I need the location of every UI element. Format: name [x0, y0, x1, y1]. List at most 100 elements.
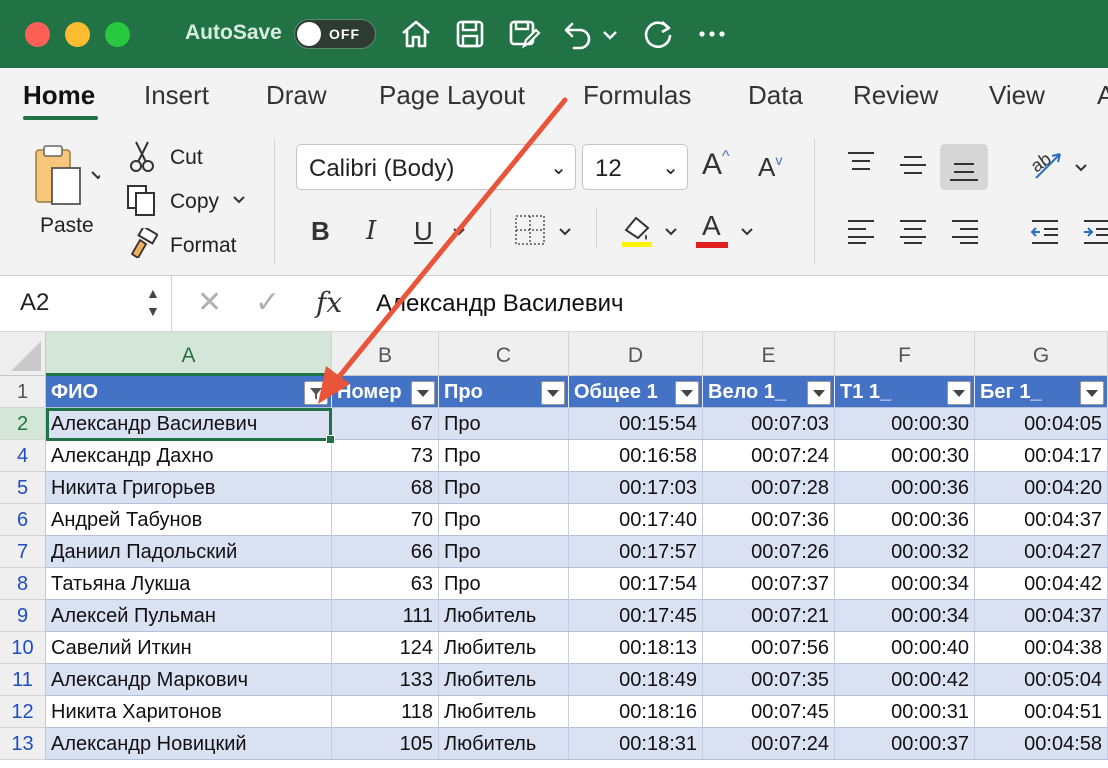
table-cell-col-b[interactable]: 118 — [332, 696, 439, 728]
table-cell-col-a[interactable]: Александр Новицкий — [46, 728, 332, 760]
table-cell-col-a[interactable]: Александр Дахно — [46, 440, 332, 472]
column-header-c[interactable]: C — [439, 332, 569, 376]
table-cell-col-b[interactable]: 70 — [332, 504, 439, 536]
undo-dropdown-icon[interactable] — [600, 16, 620, 52]
table-cell-col-f[interactable]: 00:00:34 — [835, 568, 975, 600]
tab-formulas[interactable]: Formulas — [583, 80, 691, 111]
underline-button[interactable]: U — [414, 216, 433, 247]
underline-dropdown-icon[interactable] — [452, 226, 466, 238]
table-cell-col-e[interactable]: 00:07:35 — [703, 664, 835, 696]
italic-button[interactable]: I — [366, 216, 376, 246]
table-cell-col-b[interactable]: 67 — [332, 408, 439, 440]
name-box[interactable]: A2 ▲ ▼ — [0, 276, 172, 332]
tab-view[interactable]: View — [989, 80, 1045, 111]
paste-icon[interactable] — [30, 144, 100, 212]
table-cell-col-c[interactable]: Любитель — [439, 696, 569, 728]
table-cell-col-d[interactable]: 00:18:13 — [569, 632, 703, 664]
bold-button[interactable]: B — [311, 216, 330, 247]
scissors-icon[interactable] — [128, 140, 156, 174]
decrease-indent-icon[interactable] — [1030, 218, 1060, 244]
table-cell-col-c[interactable]: Любитель — [439, 664, 569, 696]
insert-function-button[interactable]: fx — [316, 286, 342, 319]
table-cell-col-b[interactable]: 66 — [332, 536, 439, 568]
table-cell-col-a[interactable]: Татьяна Лукша — [46, 568, 332, 600]
format-label[interactable]: Format — [170, 234, 237, 258]
confirm-icon[interactable]: ✓ — [255, 285, 280, 320]
table-cell-col-c[interactable]: Про — [439, 568, 569, 600]
table-cell-col-c[interactable]: Про — [439, 536, 569, 568]
borders-icon[interactable] — [514, 214, 546, 246]
table-cell-col-f[interactable]: 00:00:30 — [835, 440, 975, 472]
align-right-icon[interactable] — [950, 218, 980, 244]
tab-automate[interactable]: A — [1097, 80, 1108, 111]
table-cell-col-d[interactable]: 00:18:16 — [569, 696, 703, 728]
tab-page-layout[interactable]: Page Layout — [379, 80, 525, 111]
filter-active-icon[interactable] — [304, 381, 328, 405]
table-cell-col-e[interactable]: 00:07:24 — [703, 440, 835, 472]
align-middle-icon[interactable] — [898, 154, 928, 178]
table-cell-col-c[interactable]: Любитель — [439, 728, 569, 760]
name-box-stepper-icon[interactable]: ▲ ▼ — [146, 284, 160, 320]
table-cell-col-f[interactable]: 00:00:36 — [835, 472, 975, 504]
table-header-cell[interactable]: Бег 1_ — [975, 376, 1108, 408]
decrease-font-size-icon[interactable]: Av — [758, 152, 782, 183]
cancel-icon[interactable]: ✕ — [197, 285, 222, 320]
font-color-icon[interactable]: A — [696, 210, 730, 250]
tab-draw[interactable]: Draw — [266, 80, 327, 111]
table-cell-col-e[interactable]: 00:07:45 — [703, 696, 835, 728]
column-header-g[interactable]: G — [975, 332, 1108, 376]
zoom-window-button[interactable] — [105, 22, 130, 47]
table-cell-col-c[interactable]: Любитель — [439, 632, 569, 664]
table-cell-col-a[interactable]: Савелий Иткин — [46, 632, 332, 664]
table-cell-col-b[interactable]: 68 — [332, 472, 439, 504]
table-cell-col-a[interactable]: Никита Харитонов — [46, 696, 332, 728]
select-all-button[interactable] — [0, 332, 46, 376]
table-cell-col-e[interactable]: 00:07:24 — [703, 728, 835, 760]
table-cell-col-a[interactable]: Александр Маркович — [46, 664, 332, 696]
fill-color-icon[interactable] — [620, 212, 654, 248]
table-cell-col-b[interactable]: 111 — [332, 600, 439, 632]
orientation-icon[interactable]: ab — [1030, 148, 1064, 182]
autosave-toggle[interactable]: OFF — [294, 19, 376, 49]
table-cell-col-c[interactable]: Про — [439, 472, 569, 504]
row-header[interactable]: 9 — [0, 600, 46, 632]
table-cell-col-g[interactable]: 00:04:17 — [975, 440, 1108, 472]
table-cell-col-g[interactable]: 00:04:58 — [975, 728, 1108, 760]
table-cell-col-e[interactable]: 00:07:36 — [703, 504, 835, 536]
table-cell-col-f[interactable]: 00:00:37 — [835, 728, 975, 760]
table-cell-col-d[interactable]: 00:17:45 — [569, 600, 703, 632]
table-cell-col-g[interactable]: 00:04:20 — [975, 472, 1108, 504]
row-header[interactable]: 7 — [0, 536, 46, 568]
font-size-select[interactable]: 12 ⌄ — [582, 144, 688, 190]
row-header[interactable]: 11 — [0, 664, 46, 696]
table-cell-col-d[interactable]: 00:16:58 — [569, 440, 703, 472]
row-header[interactable]: 6 — [0, 504, 46, 536]
table-cell-col-e[interactable]: 00:07:37 — [703, 568, 835, 600]
table-cell-col-c[interactable]: Про — [439, 408, 569, 440]
save-as-icon[interactable] — [506, 16, 542, 52]
format-painter-icon[interactable] — [126, 228, 158, 258]
home-icon[interactable] — [398, 16, 434, 52]
table-cell-col-g[interactable]: 00:04:27 — [975, 536, 1108, 568]
table-header-cell[interactable]: Номер — [332, 376, 439, 408]
formula-input[interactable]: Александр Василевич — [376, 290, 624, 318]
table-cell-col-g[interactable]: 00:04:38 — [975, 632, 1108, 664]
redo-icon[interactable] — [640, 16, 676, 52]
table-cell-col-f[interactable]: 00:00:31 — [835, 696, 975, 728]
column-header-a[interactable]: A — [46, 332, 332, 376]
table-cell-col-f[interactable]: 00:00:30 — [835, 408, 975, 440]
table-cell-col-c[interactable]: Любитель — [439, 600, 569, 632]
column-header-f[interactable]: F — [835, 332, 975, 376]
tab-home[interactable]: Home — [23, 80, 95, 111]
table-cell-col-f[interactable]: 00:00:34 — [835, 600, 975, 632]
font-color-dropdown-icon[interactable] — [740, 226, 754, 238]
filter-dropdown-icon[interactable] — [1080, 381, 1104, 405]
paste-label[interactable]: Paste — [40, 214, 94, 238]
filter-dropdown-icon[interactable] — [947, 381, 971, 405]
table-cell-col-f[interactable]: 00:00:36 — [835, 504, 975, 536]
table-cell-col-c[interactable]: Про — [439, 504, 569, 536]
minimize-window-button[interactable] — [65, 22, 90, 47]
copy-icon[interactable] — [126, 184, 158, 218]
table-cell-col-d[interactable]: 00:17:57 — [569, 536, 703, 568]
table-cell-col-g[interactable]: 00:04:51 — [975, 696, 1108, 728]
